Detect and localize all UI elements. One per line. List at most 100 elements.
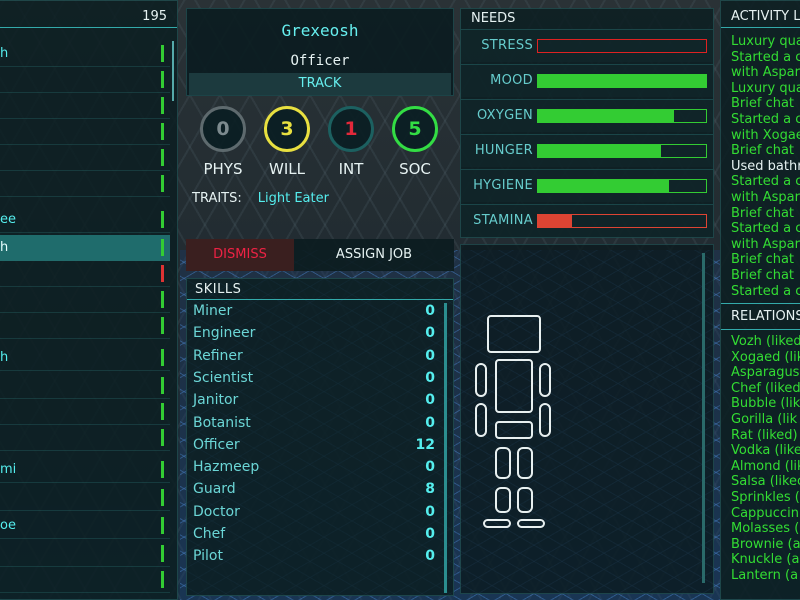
crew-row[interactable]	[0, 485, 170, 511]
activity-log-divider	[721, 27, 800, 28]
relation-entry[interactable]: Vodka (like	[731, 443, 800, 458]
activity-log-panel: ACTIVITY L Luxury qua Started a c with Asp…	[720, 0, 800, 600]
crew-row[interactable]	[0, 171, 170, 197]
relation-entry[interactable]: Molasses (	[731, 521, 799, 536]
stat-will[interactable]: 3 WILL	[262, 106, 312, 178]
need-bar	[537, 109, 707, 123]
body-right-upper-arm[interactable]	[539, 363, 551, 397]
crew-status-bar	[161, 461, 164, 478]
activity-log-entry: Started a c	[731, 112, 800, 127]
crew-list-scrollbar[interactable]	[172, 41, 174, 101]
skill-name: Botanist	[193, 414, 251, 431]
need-bar-fill	[538, 180, 670, 192]
crew-row[interactable]	[0, 93, 170, 119]
relation-entry[interactable]: Rat (liked)	[731, 428, 798, 443]
crew-row[interactable]	[0, 145, 170, 171]
skill-name: Engineer	[193, 325, 256, 342]
body-pelvis[interactable]	[495, 421, 533, 439]
body-left-thigh[interactable]	[495, 447, 511, 479]
stat-value: 3	[264, 106, 310, 152]
relation-entry[interactable]: Xogaed (lik	[731, 350, 800, 365]
crew-row[interactable]	[0, 67, 170, 93]
crew-row[interactable]	[0, 425, 170, 451]
crew-status-bar	[161, 291, 164, 308]
activity-log-entry: Brief chat	[731, 96, 795, 112]
crew-row[interactable]: oe	[0, 513, 170, 539]
stat-int[interactable]: 1 INT	[326, 106, 376, 178]
dismiss-button[interactable]: DISMISS	[186, 239, 294, 271]
skill-row: Refiner 0	[193, 348, 435, 370]
need-bar-fill	[538, 110, 675, 122]
stat-soc[interactable]: 5 SOC	[390, 106, 440, 178]
assign-job-button[interactable]: ASSIGN JOB	[294, 239, 454, 271]
track-button[interactable]: TRACK	[189, 73, 451, 95]
crew-row[interactable]	[0, 119, 170, 145]
crew-row[interactable]	[0, 287, 170, 313]
crew-row[interactable]: h	[0, 41, 170, 67]
stat-label: SOC	[399, 160, 431, 178]
body-right-foot[interactable]	[517, 519, 545, 528]
crew-row[interactable]: h	[0, 235, 170, 261]
activity-log-entry: Luxury qua	[731, 34, 800, 49]
body-left-shin[interactable]	[495, 487, 511, 513]
relation-entry[interactable]: Almond (lik	[731, 459, 800, 474]
crew-name: oe	[0, 518, 16, 533]
crew-row[interactable]: mi	[0, 457, 170, 483]
activity-log-entry: with Xogae	[731, 127, 800, 143]
relation-entry[interactable]: Asparagus	[731, 365, 799, 380]
activity-log-entry: with Aspara	[731, 65, 800, 81]
traits-line: TRAITS: Light Eater	[192, 191, 329, 206]
skills-scrollbar[interactable]	[444, 303, 447, 593]
body-left-foot[interactable]	[483, 519, 511, 528]
need-row-hygiene: HYGIENE	[461, 169, 713, 202]
body-torso[interactable]	[495, 359, 533, 413]
body-left-upper-arm[interactable]	[475, 363, 487, 397]
crew-row[interactable]: h	[0, 345, 170, 371]
body-head[interactable]	[487, 315, 541, 353]
relation-entry[interactable]: Vozh (liked	[731, 334, 800, 349]
relation-entry[interactable]: Knuckle (a	[731, 552, 799, 567]
skill-row: Scientist 0	[193, 370, 435, 392]
body-right-shin[interactable]	[517, 487, 533, 513]
skill-row: Botanist 0	[193, 415, 435, 437]
stat-phys[interactable]: 0 PHYS	[198, 106, 248, 178]
relation-entry[interactable]: Brownie (a	[731, 537, 800, 552]
relation-entry[interactable]: Chef (liked	[731, 381, 800, 396]
skill-name: Officer	[193, 436, 240, 453]
crew-status-bar	[161, 149, 164, 166]
crew-row[interactable]	[0, 313, 170, 339]
body-left-forearm[interactable]	[475, 403, 487, 437]
relation-entry[interactable]: Salsa (likec	[731, 474, 800, 489]
activity-log-entry: Luxury qua	[731, 80, 800, 96]
skill-value: 0	[425, 459, 435, 476]
body-right-thigh[interactable]	[517, 447, 533, 479]
crew-status-bar	[161, 211, 164, 228]
need-row-stress: STRESS	[461, 29, 713, 62]
skill-row: Guard 8	[193, 481, 435, 503]
crew-row[interactable]: ee	[0, 207, 170, 233]
relation-entry[interactable]: Lantern (a	[731, 568, 798, 583]
need-bar-fill	[538, 145, 661, 157]
crew-row[interactable]	[0, 373, 170, 399]
crew-name: h	[0, 350, 9, 365]
skill-value: 12	[415, 436, 435, 453]
body-panel-scrollbar[interactable]	[702, 253, 705, 583]
relation-entry[interactable]: Bubble (lik	[731, 396, 800, 411]
crew-status-bar	[161, 377, 164, 394]
skill-value: 0	[425, 325, 435, 342]
stat-value: 0	[200, 106, 246, 152]
activity-log-entry: Brief chat	[731, 252, 795, 268]
skill-name: Pilot	[193, 548, 223, 565]
crew-row[interactable]	[0, 567, 170, 593]
skill-value: 0	[425, 369, 435, 386]
relation-entry[interactable]: Gorilla (lik	[731, 412, 797, 427]
crew-row[interactable]	[0, 399, 170, 425]
trait-light-eater[interactable]: Light Eater	[258, 191, 329, 206]
crew-count: 195	[142, 9, 167, 24]
relation-entry[interactable]: Cappuccin	[731, 506, 799, 521]
relation-entry[interactable]: Sprinkles (	[731, 490, 800, 505]
body-right-forearm[interactable]	[539, 403, 551, 437]
crew-row[interactable]	[0, 261, 170, 287]
crew-row[interactable]	[0, 541, 170, 567]
skill-name: Refiner	[193, 347, 243, 364]
